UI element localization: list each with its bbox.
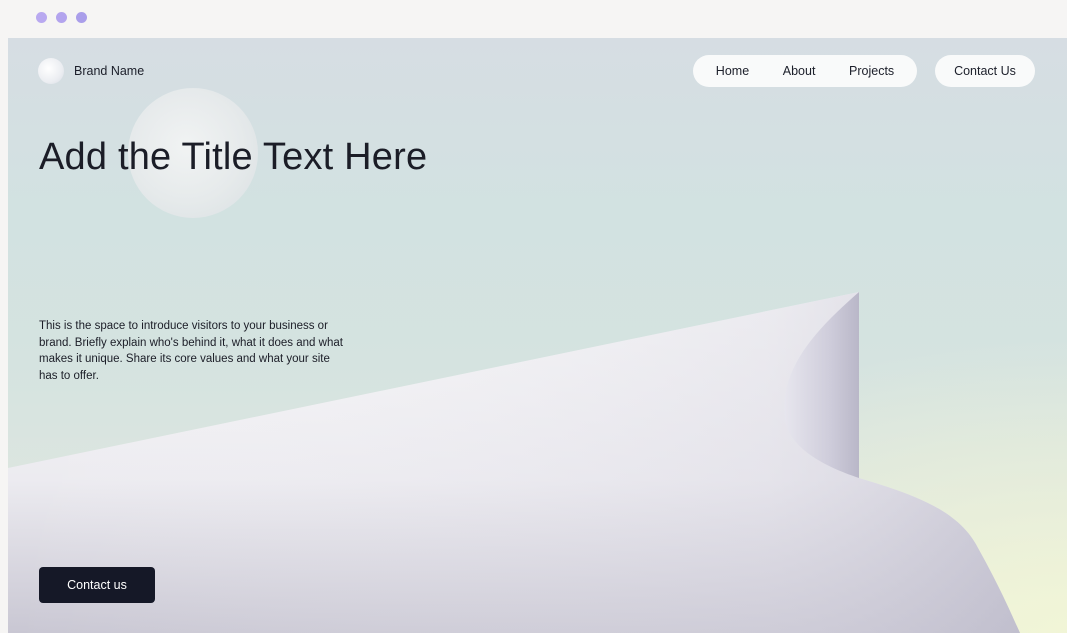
page-title: Add the Title Text Here [39, 136, 428, 178]
nav-item-about[interactable]: About [783, 64, 816, 78]
site-preview: Brand Name Home About Projects Contact U… [8, 38, 1067, 633]
window-titlebar [0, 0, 1067, 38]
contact-us-button[interactable]: Contact us [39, 567, 155, 603]
nav-item-home[interactable]: Home [716, 64, 749, 78]
intro-paragraph: This is the space to introduce visitors … [39, 320, 343, 382]
brand-name: Brand Name [74, 64, 145, 78]
window-dot-3[interactable] [76, 12, 87, 23]
window-dot-2[interactable] [56, 12, 67, 23]
window-controls [36, 12, 87, 23]
brand[interactable]: Brand Name [38, 58, 144, 84]
main-nav: Home About Projects [693, 55, 917, 87]
brand-logo [38, 58, 64, 84]
header-contact-button[interactable]: Contact Us [935, 55, 1035, 87]
window-dot-1[interactable] [36, 12, 47, 23]
nav-item-projects[interactable]: Projects [849, 64, 894, 78]
